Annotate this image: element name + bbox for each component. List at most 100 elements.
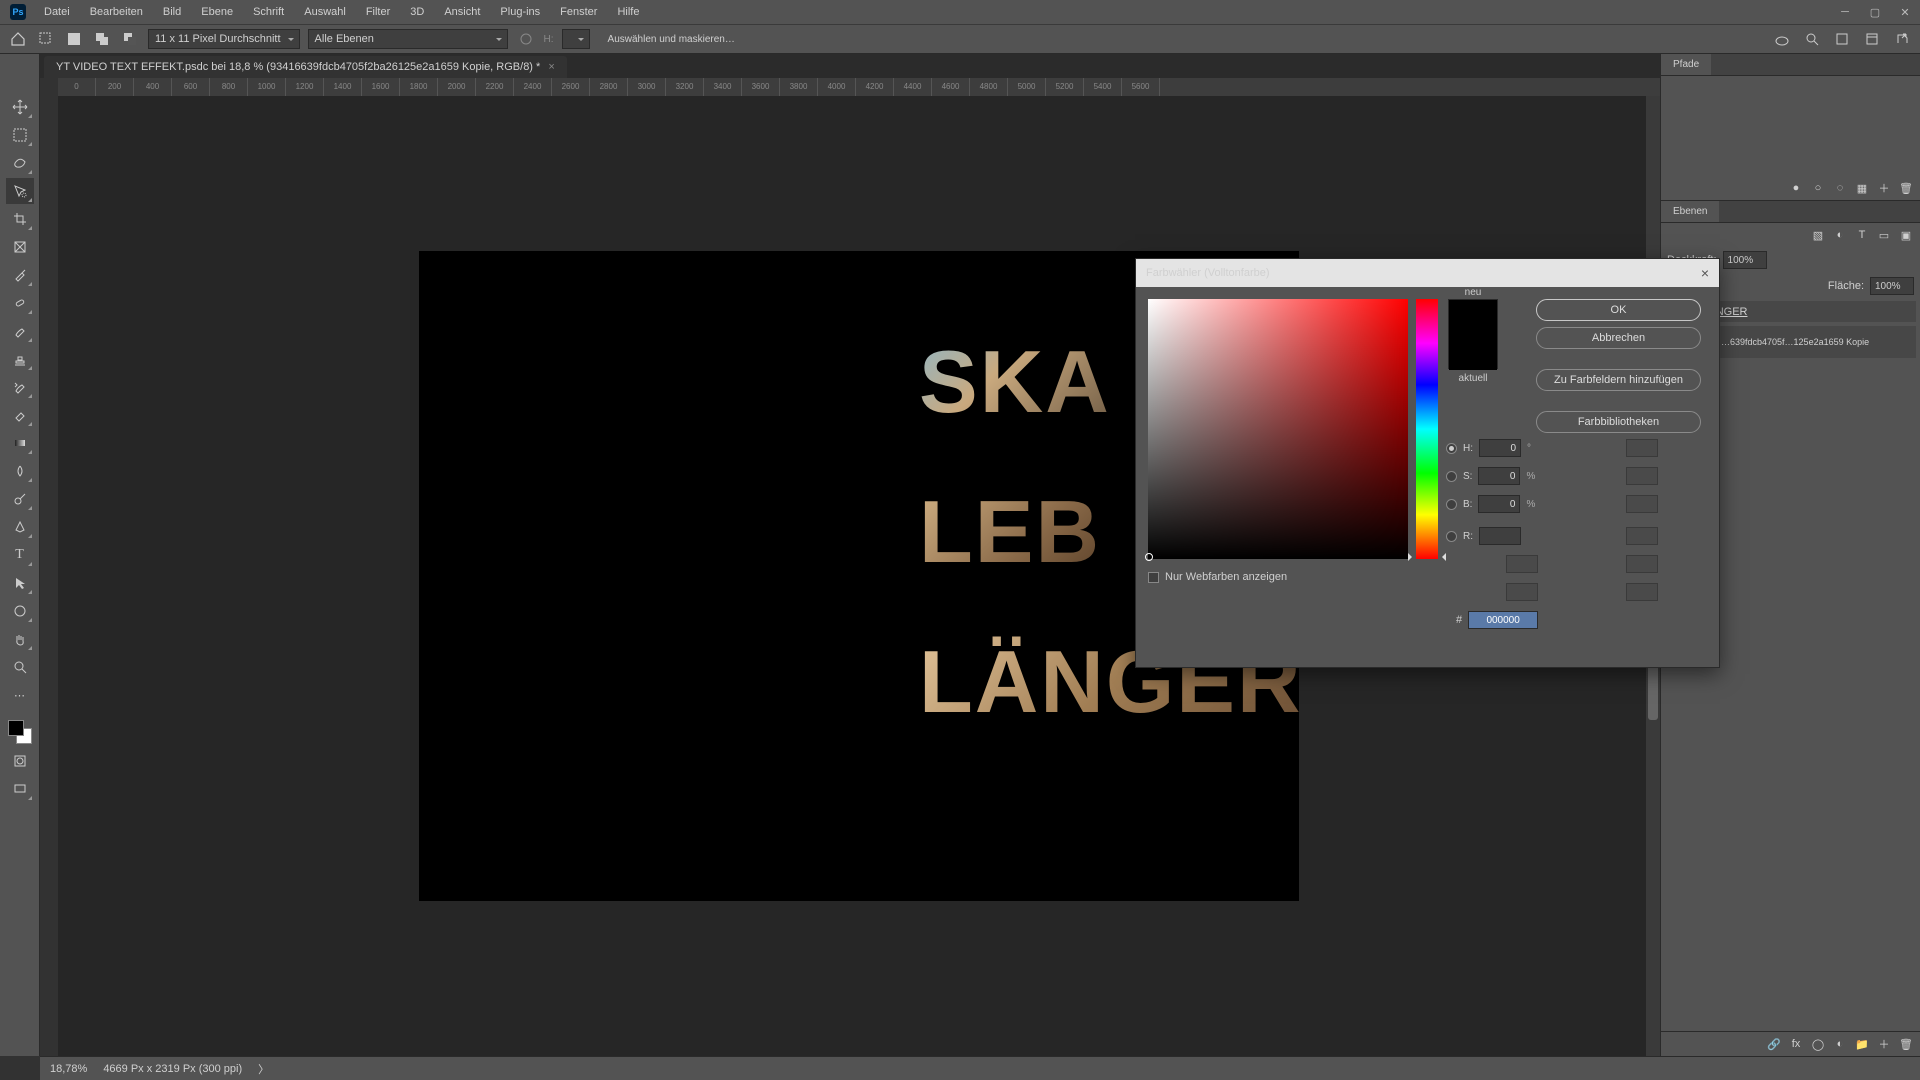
brush-tool[interactable] — [6, 318, 34, 344]
input-r[interactable] — [1479, 527, 1521, 545]
share-icon[interactable] — [1892, 29, 1912, 49]
stamp-tool[interactable] — [6, 346, 34, 372]
tab-paths[interactable]: Pfade — [1661, 54, 1711, 75]
input-h[interactable] — [1479, 439, 1521, 457]
select-mask-button[interactable]: Auswählen und maskieren… — [608, 34, 735, 45]
eyedropper-tool[interactable] — [6, 262, 34, 288]
dialog-titlebar[interactable]: Farbwähler (Volltonfarbe) × — [1136, 259, 1719, 287]
crop-tool[interactable] — [6, 206, 34, 232]
document-info[interactable]: 4669 Px x 2319 Px (300 ppi) — [103, 1063, 242, 1075]
type-tool[interactable]: T — [6, 542, 34, 568]
sel-new-icon[interactable] — [64, 29, 84, 49]
hardness-field[interactable] — [562, 29, 590, 49]
frame-tool[interactable] — [6, 234, 34, 260]
edit-toolbar[interactable]: ⋯ — [6, 682, 34, 708]
menu-plug-ins[interactable]: Plug-ins — [490, 0, 550, 24]
field-ghost-6[interactable] — [1626, 583, 1658, 601]
search-icon[interactable] — [1802, 29, 1822, 49]
paths-fill-icon[interactable]: ● — [1788, 180, 1804, 196]
field-ghost-4[interactable] — [1626, 527, 1658, 545]
tool-preset-icon[interactable] — [36, 29, 56, 49]
field-ghost-3[interactable] — [1626, 495, 1658, 513]
field-ghost-5[interactable] — [1626, 555, 1658, 573]
menu-fenster[interactable]: Fenster — [550, 0, 607, 24]
foreground-swatch[interactable] — [8, 720, 24, 736]
input-s[interactable] — [1478, 467, 1520, 485]
menu-hilfe[interactable]: Hilfe — [607, 0, 649, 24]
radio-r[interactable] — [1446, 531, 1457, 542]
field-ghost-8[interactable] — [1506, 583, 1538, 601]
home-icon[interactable] — [8, 29, 28, 49]
radio-h[interactable] — [1446, 443, 1457, 454]
scope-select[interactable]: Alle Ebenen — [308, 29, 508, 49]
quick-select-tool[interactable] — [6, 178, 34, 204]
shape-tool[interactable] — [6, 598, 34, 624]
gradient-tool[interactable] — [6, 430, 34, 456]
eraser-tool[interactable] — [6, 402, 34, 428]
saturation-value-field[interactable] — [1148, 299, 1408, 559]
zoom-level[interactable]: 18,78% — [50, 1063, 87, 1075]
new-layer-icon[interactable]: ＋ — [1876, 1036, 1892, 1052]
menu-ansicht[interactable]: Ansicht — [434, 0, 490, 24]
color-swatches[interactable] — [6, 718, 34, 746]
fill-input[interactable] — [1870, 277, 1914, 295]
fx-icon[interactable]: fx — [1788, 1036, 1804, 1052]
hand-tool[interactable] — [6, 626, 34, 652]
filter-pixel-icon[interactable]: ▧ — [1810, 227, 1826, 243]
chevron-right-icon[interactable]: 〉 — [258, 1061, 269, 1077]
opacity-input[interactable] — [1723, 251, 1767, 269]
lasso-tool[interactable] — [6, 150, 34, 176]
add-swatch-button[interactable]: Zu Farbfeldern hinzufügen — [1536, 369, 1701, 391]
sv-cursor[interactable] — [1145, 553, 1153, 561]
document-tab[interactable]: YT VIDEO TEXT EFFEKT.psdc bei 18,8 % (93… — [44, 56, 567, 78]
move-tool[interactable] — [6, 94, 34, 120]
pen-tool[interactable] — [6, 514, 34, 540]
hue-strip[interactable] — [1416, 299, 1438, 559]
filter-type-icon[interactable]: T — [1854, 227, 1870, 243]
sel-sub-icon[interactable] — [120, 29, 140, 49]
field-ghost-2[interactable] — [1626, 467, 1658, 485]
input-b[interactable] — [1478, 495, 1520, 513]
menu-3d[interactable]: 3D — [400, 0, 434, 24]
menu-filter[interactable]: Filter — [356, 0, 400, 24]
tab-layers[interactable]: Ebenen — [1661, 201, 1719, 222]
ok-button[interactable]: OK — [1536, 299, 1701, 321]
sample-size-select[interactable]: 11 x 11 Pixel Durchschnitt — [148, 29, 300, 49]
window-close[interactable]: ✕ — [1890, 0, 1920, 24]
history-brush-tool[interactable] — [6, 374, 34, 400]
mask-icon[interactable]: ◯ — [1810, 1036, 1826, 1052]
dodge-tool[interactable] — [6, 486, 34, 512]
radio-b[interactable] — [1446, 499, 1457, 510]
link-layers-icon[interactable]: 🔗 — [1766, 1036, 1782, 1052]
window-minimize[interactable]: ─ — [1830, 0, 1860, 24]
zoom-tool[interactable] — [6, 654, 34, 680]
menu-ebene[interactable]: Ebene — [191, 0, 243, 24]
field-ghost-1[interactable] — [1626, 439, 1658, 457]
cloud-icon[interactable] — [1772, 29, 1792, 49]
web-colors-only[interactable]: Nur Webfarben anzeigen — [1148, 571, 1287, 583]
group-icon[interactable]: 📁 — [1854, 1036, 1870, 1052]
blur-tool[interactable] — [6, 458, 34, 484]
paths-mask-icon[interactable]: ▦ — [1854, 180, 1870, 196]
dialog-close-icon[interactable]: × — [1701, 265, 1709, 281]
preview-current-color[interactable] — [1449, 335, 1497, 370]
radio-s[interactable] — [1446, 471, 1457, 482]
menu-auswahl[interactable]: Auswahl — [294, 0, 356, 24]
screenmode-toggle[interactable] — [6, 776, 34, 802]
menu-bearbeiten[interactable]: Bearbeiten — [80, 0, 153, 24]
paths-selection-icon[interactable]: ◌ — [1832, 180, 1848, 196]
marquee-tool[interactable] — [6, 122, 34, 148]
filter-shape-icon[interactable]: ▭ — [1876, 227, 1892, 243]
paths-trash-icon[interactable]: 🗑 — [1898, 180, 1914, 196]
web-colors-checkbox[interactable] — [1148, 572, 1159, 583]
refine-icon[interactable] — [516, 29, 536, 49]
filter-adjust-icon[interactable]: ◐ — [1832, 227, 1848, 243]
window-maximize[interactable]: ▢ — [1860, 0, 1890, 24]
filter-smart-icon[interactable]: ▣ — [1898, 227, 1914, 243]
path-select-tool[interactable] — [6, 570, 34, 596]
sel-add-icon[interactable] — [92, 29, 112, 49]
paths-new-icon[interactable]: ＋ — [1876, 180, 1892, 196]
close-icon[interactable]: × — [548, 61, 554, 73]
menu-bild[interactable]: Bild — [153, 0, 191, 24]
paths-stroke-icon[interactable]: ○ — [1810, 180, 1826, 196]
